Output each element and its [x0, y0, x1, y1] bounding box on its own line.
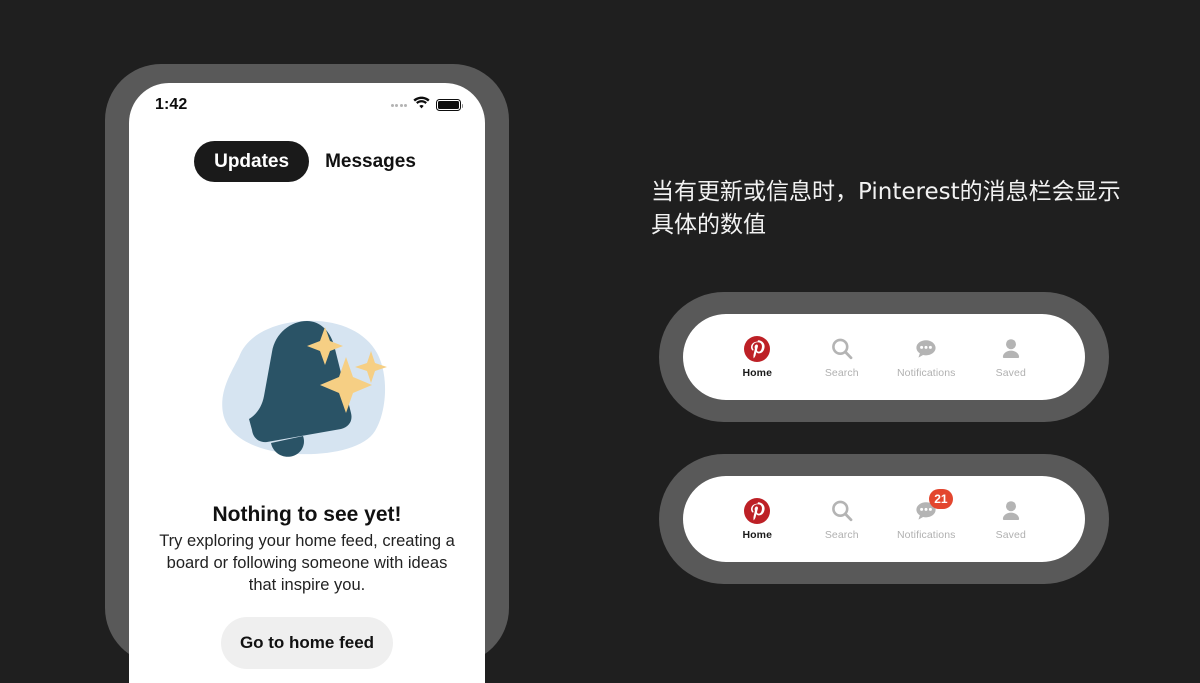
- tab-updates[interactable]: Updates: [194, 141, 310, 182]
- nav-item-saved[interactable]: Saved: [972, 497, 1050, 541]
- status-bar-time: 1:42: [155, 96, 188, 113]
- tab-row: Updates Messages: [129, 141, 485, 182]
- caption-text: 当有更新或信息时，Pinterest的消息栏会显示具体的数值: [651, 179, 1121, 239]
- nav-label-saved: Saved: [995, 529, 1026, 542]
- navbar-with-badge: Home Search 21 Notifications Saved: [659, 454, 1109, 584]
- bell-sparkles-illustration: [199, 307, 415, 467]
- person-icon: [997, 335, 1025, 363]
- nav-label-home: Home: [742, 529, 773, 542]
- nav-item-notifications[interactable]: Notifications: [887, 335, 965, 379]
- pinterest-logo-icon: [743, 335, 771, 363]
- page-background: 1:42 Updates Messages Nothing to see yet…: [0, 0, 1200, 683]
- empty-state-title: Nothing to see yet!: [212, 503, 402, 526]
- navbar-without-badge: Home Search Notifications Saved: [659, 292, 1109, 422]
- navbar-inner: Home Search: [683, 314, 1085, 400]
- pinterest-logo-icon: [743, 497, 771, 525]
- nav-label-home: Home: [742, 367, 773, 380]
- wifi-icon: [413, 96, 430, 114]
- notifications-badge: 21: [929, 489, 953, 510]
- nav-label-notifications: Notifications: [897, 367, 956, 380]
- nav-label-saved: Saved: [995, 367, 1026, 380]
- nav-item-search[interactable]: Search: [803, 335, 881, 379]
- go-to-home-feed-button[interactable]: Go to home feed: [221, 617, 393, 669]
- speech-bubble-icon: 21: [912, 489, 953, 525]
- speech-bubble-icon: [912, 335, 940, 363]
- nav-label-notifications: Notifications: [897, 529, 956, 542]
- tab-messages[interactable]: Messages: [321, 142, 420, 181]
- phone-frame: 1:42 Updates Messages Nothing to see yet…: [105, 64, 509, 683]
- phone-screen: 1:42 Updates Messages Nothing to see yet…: [129, 83, 485, 683]
- search-icon: [828, 497, 856, 525]
- nav-item-notifications[interactable]: 21 Notifications: [887, 489, 965, 542]
- signal-dots-icon: [390, 103, 407, 107]
- nav-item-search[interactable]: Search: [803, 497, 881, 541]
- navbar-inner: Home Search: [683, 476, 1085, 562]
- nav-item-saved[interactable]: Saved: [972, 335, 1050, 379]
- search-icon: [828, 335, 856, 363]
- status-bar-icons: [390, 96, 464, 114]
- nav-label-search: Search: [824, 367, 859, 380]
- nav-label-search: Search: [824, 529, 859, 542]
- nav-item-home[interactable]: Home: [718, 335, 796, 379]
- empty-state-body: Try exploring your home feed, creating a…: [159, 532, 455, 594]
- status-bar: 1:42: [129, 83, 485, 127]
- nav-item-home[interactable]: Home: [718, 497, 796, 541]
- battery-full-icon: [436, 99, 464, 111]
- person-icon: [997, 497, 1025, 525]
